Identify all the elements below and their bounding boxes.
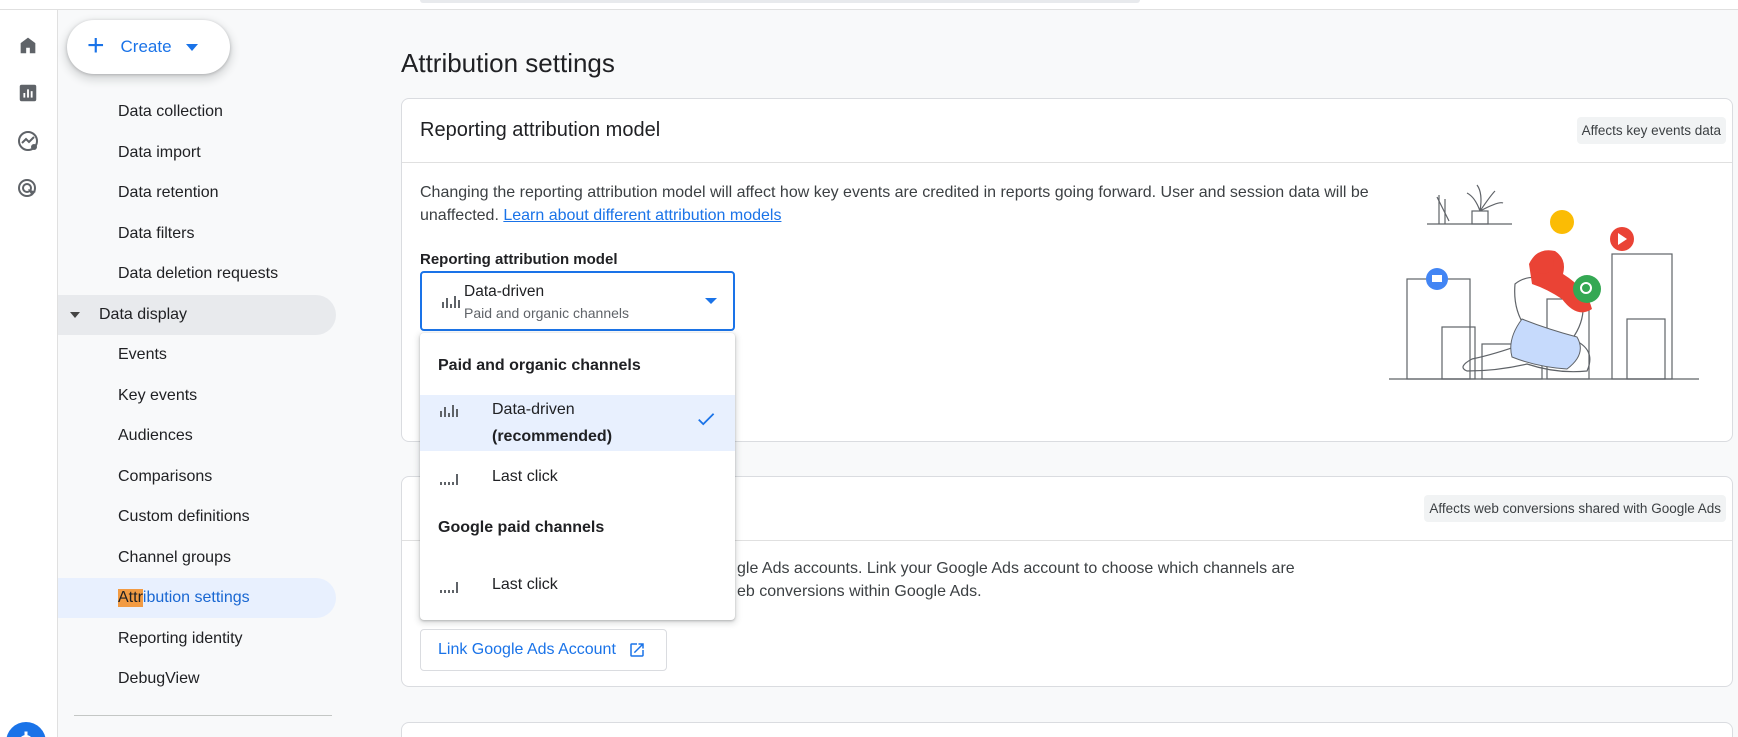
menu-item-label: Last click	[492, 468, 558, 485]
ads-card-description: gle Ads accounts. Link your Google Ads a…	[737, 557, 1332, 603]
data-driven-icon	[440, 405, 458, 417]
left-rail	[0, 10, 58, 737]
sidebar-item-data-deletion-requests[interactable]: Data deletion requests	[58, 254, 336, 294]
attribution-model-menu: Paid and organic channels Data-driven (r…	[420, 333, 735, 620]
sidebar-item-label: Data deletion requests	[118, 265, 279, 282]
sidebar-item-events[interactable]: Events	[58, 335, 336, 375]
check-icon	[698, 413, 715, 426]
card-description: Changing the reporting attribution model…	[420, 181, 1372, 227]
sidebar-item-debugview[interactable]: DebugView	[58, 659, 336, 699]
menu-item-data-driven[interactable]: Data-driven (recommended)	[420, 395, 735, 451]
info-chip: Affects web conversions shared with Goog…	[1424, 495, 1726, 522]
menu-group-header: Google paid channels	[438, 519, 605, 536]
reports-icon[interactable]	[15, 80, 41, 106]
description-line: eb conversions within Google Ads.	[737, 583, 982, 600]
data-driven-icon	[442, 296, 460, 308]
collapse-triangle-icon	[70, 312, 80, 318]
sidebar-item-comparisons[interactable]: Comparisons	[58, 457, 336, 497]
menu-item-last-click-paid-organic[interactable]: Last click	[420, 457, 735, 497]
search-bar-edge[interactable]	[420, 0, 1140, 3]
sidebar-item-label: Data import	[118, 144, 201, 161]
card-title: Reporting attribution model	[420, 119, 661, 141]
select-value: Data-driven	[464, 283, 545, 300]
sidebar-item-label: Custom definitions	[118, 508, 250, 525]
sidebar-item-label: Comparisons	[118, 468, 213, 485]
sidebar-section-data-display[interactable]: Data display	[58, 295, 336, 335]
sidebar-item-label: Data retention	[118, 184, 219, 201]
sidebar-item-data-retention[interactable]: Data retention	[58, 173, 336, 213]
advertising-icon[interactable]	[15, 176, 41, 202]
sidebar-item-data-collection[interactable]: Data collection	[58, 92, 336, 132]
sidebar-item-label: Data display	[99, 306, 188, 323]
description-line: gle Ads accounts. Link your Google Ads a…	[737, 560, 1295, 577]
last-click-icon	[440, 473, 458, 485]
sidebar-item-label: Data filters	[118, 225, 195, 242]
sidebar-item-label: Channel groups	[118, 549, 231, 566]
create-button-label: Create	[120, 37, 172, 56]
page-title: Attribution settings	[401, 48, 615, 78]
sidebar-item-label: Data collection	[118, 103, 223, 120]
create-button[interactable]: + Create	[67, 20, 230, 74]
recommended-label: (recommended)	[492, 428, 613, 445]
sidebar-item-label: DebugView	[118, 670, 200, 687]
field-label: Reporting attribution model	[420, 251, 618, 268]
sidebar-item-key-events[interactable]: Key events	[58, 376, 336, 416]
sidebar-item-label: Events	[118, 346, 167, 363]
info-chip: Affects key events data	[1576, 117, 1726, 144]
button-label: Link Google Ads Account	[438, 641, 616, 658]
card-header: Reporting attribution model Affects key …	[402, 99, 1732, 163]
sidebar-item-data-import[interactable]: Data import	[58, 133, 336, 173]
link-google-ads-button[interactable]: Link Google Ads Account	[420, 629, 667, 671]
open-in-new-icon	[630, 643, 644, 657]
sidebar-item-channel-groups[interactable]: Channel groups	[58, 538, 336, 578]
sidebar-item-label: Audiences	[118, 427, 193, 444]
explore-icon[interactable]	[15, 128, 41, 154]
menu-item-last-click-google-paid[interactable]: Last click	[420, 565, 735, 605]
sidebar-item-audiences[interactable]: Audiences	[58, 416, 336, 456]
select-subtitle: Paid and organic channels	[464, 305, 630, 321]
sidebar-item-reporting-identity[interactable]: Reporting identity	[58, 619, 336, 659]
last-click-icon	[440, 581, 458, 593]
plus-icon: +	[87, 28, 105, 62]
menu-item-label: Last click	[492, 576, 558, 593]
admin-gear-icon[interactable]	[6, 722, 46, 737]
next-card	[401, 722, 1733, 737]
sidebar-item-label: Reporting identity	[118, 630, 243, 647]
menu-group-header: Paid and organic channels	[438, 357, 641, 374]
attribution-model-select[interactable]: Data-driven Paid and organic channels	[420, 271, 735, 331]
search-highlight: Attr	[118, 589, 143, 607]
chevron-down-icon	[705, 298, 717, 304]
sidebar-item-label: Key events	[118, 387, 198, 404]
menu-item-label: Data-driven	[492, 401, 575, 418]
divider	[74, 715, 332, 716]
sidebar-item-attribution-settings[interactable]: Attr ibution settings	[58, 578, 336, 618]
chevron-down-icon	[185, 43, 198, 51]
sidebar-item-label: ibution settings	[142, 589, 250, 606]
learn-attribution-models-link[interactable]: Learn about different attribution models	[503, 207, 781, 224]
sidebar-item-custom-definitions[interactable]: Custom definitions	[58, 497, 336, 537]
sidebar-item-data-filters[interactable]: Data filters	[58, 214, 336, 254]
home-icon[interactable]	[15, 32, 41, 58]
attribution-illustration	[1389, 184, 1699, 380]
